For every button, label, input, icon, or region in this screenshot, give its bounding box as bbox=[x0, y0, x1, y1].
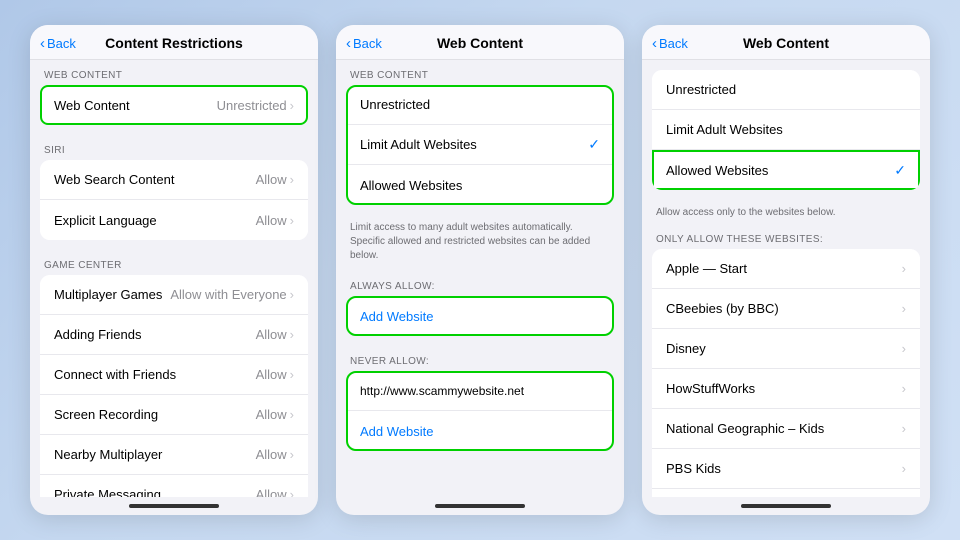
home-indicator-3 bbox=[642, 497, 930, 515]
back-button-3[interactable]: ‹ Back bbox=[652, 36, 688, 51]
web-content-type-group: Unrestricted Limit Adult Websites Allowe… bbox=[652, 70, 920, 190]
web-content-header-2: WEB CONTENT bbox=[336, 60, 624, 85]
unrestricted-option[interactable]: Unrestricted bbox=[346, 85, 614, 125]
navbar-2: ‹ Back Web Content bbox=[336, 25, 624, 60]
back-label-3: Back bbox=[659, 36, 688, 51]
apple-start-item[interactable]: Apple — Start › bbox=[652, 249, 920, 289]
home-bar-2 bbox=[435, 504, 525, 508]
chevron: › bbox=[902, 461, 906, 476]
chevron: › bbox=[902, 261, 906, 276]
chevron: › bbox=[290, 367, 294, 382]
back-button-2[interactable]: ‹ Back bbox=[346, 36, 382, 51]
game-center-group: Multiplayer Games Allow with Everyone › … bbox=[40, 275, 308, 497]
never-allow-group: http://www.scammywebsite.net Add Website bbox=[346, 371, 614, 451]
screen-3-content: Unrestricted Limit Adult Websites Allowe… bbox=[642, 60, 930, 497]
howstuffworks-item[interactable]: HowStuffWorks › bbox=[652, 369, 920, 409]
siri-section-header: SIRI bbox=[30, 135, 318, 160]
multiplayer-games-item[interactable]: Multiplayer Games Allow with Everyone › bbox=[40, 275, 308, 315]
allowed-websites-check: ✓ bbox=[894, 162, 906, 179]
disney-item[interactable]: Disney › bbox=[652, 329, 920, 369]
scholastic-item[interactable]: Scholastic.com › bbox=[652, 489, 920, 497]
back-chevron-3: ‹ bbox=[652, 36, 657, 51]
back-chevron-1: ‹ bbox=[40, 36, 45, 51]
blocked-url: http://www.scammywebsite.net bbox=[360, 384, 524, 398]
game-center-section-header: GAME CENTER bbox=[30, 250, 318, 275]
screen-2-content: WEB CONTENT Unrestricted Limit Adult Web… bbox=[336, 60, 624, 497]
unrestricted-item-3[interactable]: Unrestricted bbox=[652, 70, 920, 110]
chevron: › bbox=[290, 487, 294, 497]
back-label-2: Back bbox=[353, 36, 382, 51]
back-chevron-2: ‹ bbox=[346, 36, 351, 51]
chevron: › bbox=[902, 301, 906, 316]
nearby-multiplayer-item[interactable]: Nearby Multiplayer Allow › bbox=[40, 435, 308, 475]
screen-2: ‹ Back Web Content WEB CONTENT Unrestric… bbox=[336, 25, 624, 515]
chevron: › bbox=[290, 213, 294, 228]
always-allow-group: Add Website bbox=[346, 296, 614, 336]
chevron: › bbox=[290, 172, 294, 187]
limit-adult-item-3[interactable]: Limit Adult Websites bbox=[652, 110, 920, 150]
home-indicator-1 bbox=[30, 497, 318, 515]
web-content-value: Unrestricted › bbox=[217, 98, 294, 113]
never-allow-header: NEVER ALLOW: bbox=[336, 346, 624, 371]
home-indicator-2 bbox=[336, 497, 624, 515]
chevron: › bbox=[290, 287, 294, 302]
always-allow-header: ALWAYS ALLOW: bbox=[336, 271, 624, 296]
explicit-language-item[interactable]: Explicit Language Allow › bbox=[40, 200, 308, 240]
pbs-kids-item[interactable]: PBS Kids › bbox=[652, 449, 920, 489]
only-allow-header: ONLY ALLOW THESE WEBSITES: bbox=[642, 228, 930, 249]
screen-3: ‹ Back Web Content Unrestricted Limit Ad… bbox=[642, 25, 930, 515]
chevron: › bbox=[902, 421, 906, 436]
always-add-website-label: Add Website bbox=[360, 309, 433, 324]
home-bar-3 bbox=[741, 504, 831, 508]
allowed-sites-group: Apple — Start › CBeebies (by BBC) › Disn… bbox=[652, 249, 920, 497]
web-content-row[interactable]: Web Content Unrestricted › bbox=[40, 85, 308, 125]
back-label-1: Back bbox=[47, 36, 76, 51]
page-title-3: Web Content bbox=[743, 35, 829, 51]
chevron: › bbox=[902, 341, 906, 356]
screen-1: ‹ Back Content Restrictions WEB CONTENT … bbox=[30, 25, 318, 515]
blocked-url-item: http://www.scammywebsite.net bbox=[346, 371, 614, 411]
navbar-3: ‹ Back Web Content bbox=[642, 25, 930, 60]
chevron: › bbox=[902, 381, 906, 396]
never-add-website-label: Add Website bbox=[360, 424, 433, 439]
navbar-1: ‹ Back Content Restrictions bbox=[30, 25, 318, 60]
siri-group: Web Search Content Allow › Explicit Lang… bbox=[40, 160, 308, 240]
allowed-websites-option[interactable]: Allowed Websites bbox=[346, 165, 614, 205]
cbeebies-item[interactable]: CBeebies (by BBC) › bbox=[652, 289, 920, 329]
web-content-description: Limit access to many adult websites auto… bbox=[336, 215, 624, 271]
page-title-1: Content Restrictions bbox=[105, 35, 243, 51]
allowed-description: Allow access only to the websites below. bbox=[642, 200, 930, 228]
web-content-section-header: WEB CONTENT bbox=[30, 60, 318, 85]
chevron: › bbox=[290, 407, 294, 422]
screen-recording-item[interactable]: Screen Recording Allow › bbox=[40, 395, 308, 435]
natgeo-item[interactable]: National Geographic – Kids › bbox=[652, 409, 920, 449]
chevron: › bbox=[290, 447, 294, 462]
web-content-chevron: › bbox=[290, 98, 294, 113]
chevron: › bbox=[290, 327, 294, 342]
connect-with-friends-item[interactable]: Connect with Friends Allow › bbox=[40, 355, 308, 395]
always-add-website-btn[interactable]: Add Website bbox=[346, 296, 614, 336]
screen-1-content: WEB CONTENT Web Content Unrestricted › S… bbox=[30, 60, 318, 497]
page-title-2: Web Content bbox=[437, 35, 523, 51]
web-content-options-group: Unrestricted Limit Adult Websites ✓ Allo… bbox=[346, 85, 614, 205]
back-button-1[interactable]: ‹ Back bbox=[40, 36, 76, 51]
limit-adult-option[interactable]: Limit Adult Websites ✓ bbox=[346, 125, 614, 165]
limit-adult-check: ✓ bbox=[588, 136, 600, 153]
home-bar-1 bbox=[129, 504, 219, 508]
private-messaging-item[interactable]: Private Messaging Allow › bbox=[40, 475, 308, 497]
adding-friends-item[interactable]: Adding Friends Allow › bbox=[40, 315, 308, 355]
allowed-websites-item-3[interactable]: Allowed Websites ✓ bbox=[652, 150, 920, 190]
never-add-website-btn[interactable]: Add Website bbox=[346, 411, 614, 451]
web-search-content-item[interactable]: Web Search Content Allow › bbox=[40, 160, 308, 200]
web-content-label: Web Content bbox=[54, 98, 130, 113]
